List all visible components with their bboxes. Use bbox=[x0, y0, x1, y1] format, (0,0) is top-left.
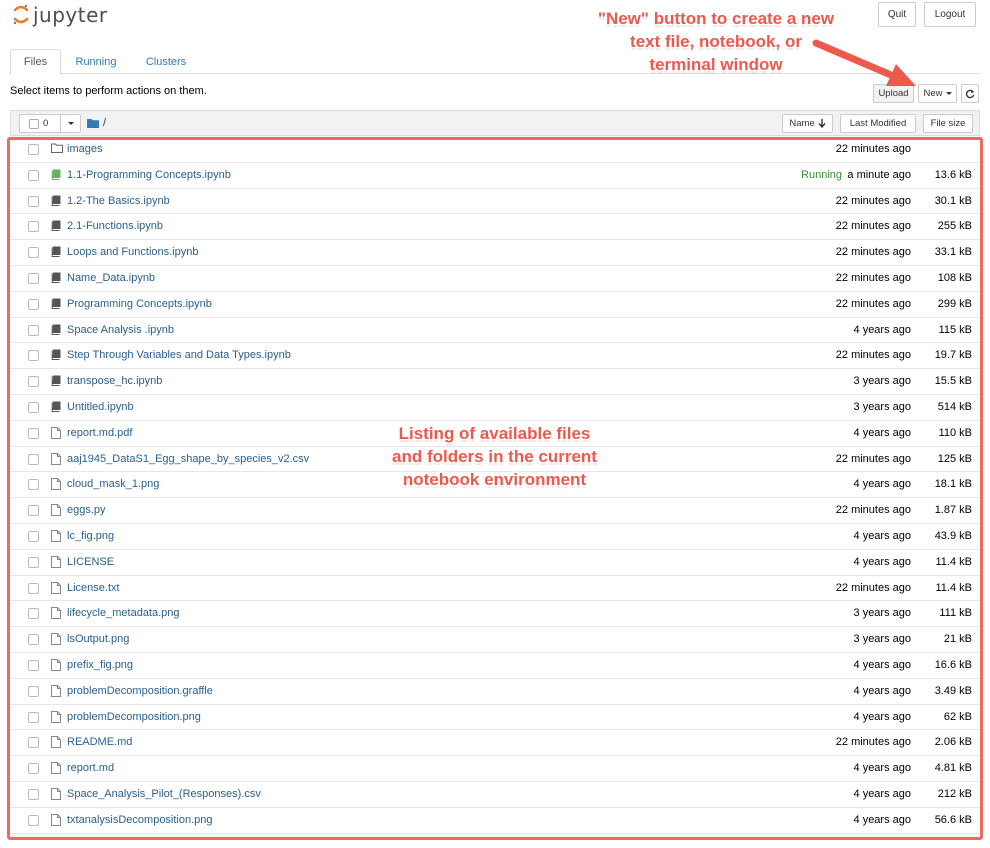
file-listing-callout: Listing of available files and folders i… bbox=[392, 424, 597, 489]
new-button-callout: "New" button to create a new text file, … bbox=[597, 9, 835, 74]
